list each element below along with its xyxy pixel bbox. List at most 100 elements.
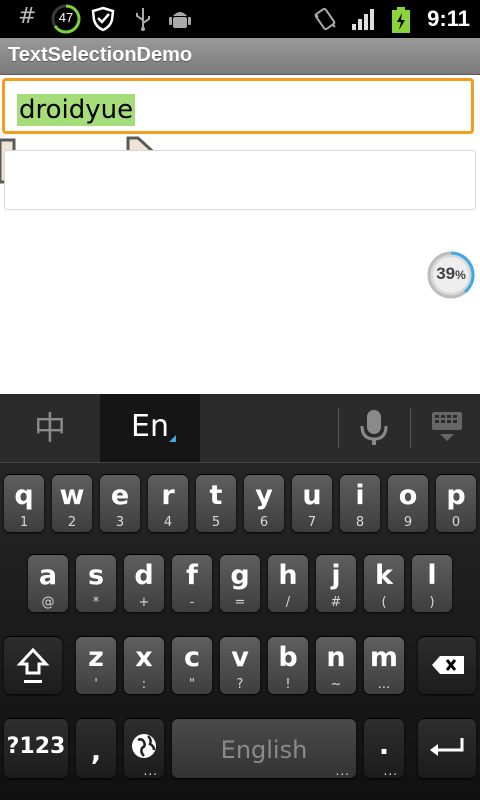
key-y-secondary: 6 bbox=[259, 515, 269, 530]
key-n-secondary: ~ bbox=[330, 677, 342, 692]
divider bbox=[410, 408, 411, 448]
notification-count-ring: 47 bbox=[50, 3, 82, 35]
symbols-key[interactable]: ?123 bbox=[4, 718, 68, 778]
tab-chinese[interactable]: 中 bbox=[0, 394, 100, 462]
key-a-label: a bbox=[38, 560, 58, 591]
tab-english-label: En bbox=[131, 409, 169, 444]
divider bbox=[338, 408, 339, 448]
microphone-icon[interactable] bbox=[352, 406, 396, 450]
key-t[interactable]: t5 bbox=[196, 474, 236, 532]
enter-icon bbox=[430, 738, 464, 756]
delete-key[interactable] bbox=[418, 636, 476, 694]
key-x-secondary: : bbox=[141, 677, 147, 692]
key-b-secondary: ! bbox=[285, 677, 291, 692]
shift-key[interactable] bbox=[4, 636, 62, 694]
key-a[interactable]: a @ bbox=[28, 554, 68, 612]
key-x[interactable]: x: bbox=[124, 636, 164, 694]
key-b[interactable]: b! bbox=[268, 636, 308, 694]
key-p[interactable]: p0 bbox=[436, 474, 476, 532]
key-f[interactable]: f- bbox=[172, 554, 212, 612]
key-c-secondary: " bbox=[189, 677, 195, 692]
key-e-label: e bbox=[110, 480, 130, 511]
key-r-secondary: 4 bbox=[163, 515, 173, 530]
key-p-label: p bbox=[446, 480, 466, 511]
key-e[interactable]: e3 bbox=[100, 474, 140, 532]
key-s-secondary: * bbox=[92, 595, 100, 610]
key-h-secondary: / bbox=[285, 595, 291, 610]
key-g-secondary: = bbox=[234, 595, 246, 610]
key-q[interactable]: q1 bbox=[4, 474, 44, 532]
key-u[interactable]: u7 bbox=[292, 474, 332, 532]
key-n[interactable]: n ~ bbox=[316, 636, 356, 694]
key-b-label: b bbox=[278, 642, 298, 673]
key-m[interactable]: m... bbox=[364, 636, 404, 694]
key-l-secondary: ) bbox=[429, 595, 435, 610]
shield-icon bbox=[90, 6, 116, 32]
key-i[interactable]: i8 bbox=[340, 474, 380, 532]
battery-charging-icon bbox=[390, 6, 416, 33]
key-d-label: d bbox=[134, 560, 154, 591]
soft-keyboard: 中 En q 1 w 2 e 3 r 4 t 5 y 6 u 7 i 8 o 9 p 0 a @ s * d + f - g = h / j # k… bbox=[0, 394, 480, 800]
shift-icon bbox=[16, 647, 50, 683]
key-v-secondary: ? bbox=[236, 677, 244, 692]
key-f-secondary: - bbox=[189, 595, 195, 610]
signal-icon bbox=[350, 6, 376, 32]
key-o-secondary: 9 bbox=[403, 515, 413, 530]
app-title: TextSelectionDemo bbox=[8, 44, 193, 66]
key-d-secondary: + bbox=[138, 595, 150, 610]
comma-key[interactable]: , bbox=[76, 718, 116, 778]
key-o-label: o bbox=[398, 480, 418, 511]
key-r-label: r bbox=[161, 480, 175, 511]
key-s-label: s bbox=[87, 560, 105, 591]
key-j[interactable]: j # bbox=[316, 554, 356, 612]
key-h-label: h bbox=[278, 560, 298, 591]
tab-english[interactable]: En bbox=[100, 394, 200, 462]
space-key-more: ... bbox=[335, 764, 350, 778]
key-n-label: n bbox=[326, 642, 346, 673]
period-key[interactable]: .... bbox=[364, 718, 404, 778]
symbols-key-label: ?123 bbox=[6, 734, 66, 759]
key-k-secondary: ( bbox=[381, 595, 387, 610]
key-y-label: y bbox=[255, 480, 273, 511]
key-c[interactable]: c " bbox=[172, 636, 212, 694]
enter-key[interactable] bbox=[418, 718, 476, 778]
period-key-label: . bbox=[378, 730, 390, 761]
key-t-label: t bbox=[209, 480, 223, 511]
selected-text[interactable]: droidyue bbox=[17, 94, 136, 126]
android-debug-icon bbox=[168, 6, 194, 32]
space-key[interactable]: English... bbox=[172, 718, 356, 778]
key-u-secondary: 7 bbox=[307, 515, 317, 530]
key-i-label: i bbox=[355, 480, 365, 511]
space-label: English bbox=[220, 736, 308, 764]
key-k[interactable]: k( bbox=[364, 554, 404, 612]
hash-icon: # bbox=[18, 4, 37, 29]
key-d[interactable]: d + bbox=[124, 554, 164, 612]
progress-badge[interactable]: 39% bbox=[426, 250, 476, 300]
key-l[interactable]: l) bbox=[412, 554, 452, 612]
progress-label: 39% bbox=[436, 264, 466, 283]
key-w-secondary: 2 bbox=[67, 515, 77, 530]
clock: 9:11 bbox=[427, 6, 470, 31]
key-x-label: x bbox=[135, 642, 153, 673]
hide-keyboard-icon[interactable] bbox=[424, 408, 470, 448]
key-z[interactable]: z ' bbox=[76, 636, 116, 694]
key-u-label: u bbox=[302, 480, 322, 511]
key-m-label: m bbox=[369, 642, 399, 673]
key-w[interactable]: w2 bbox=[52, 474, 92, 532]
key-g[interactable]: g = bbox=[220, 554, 260, 612]
key-s[interactable]: s * bbox=[76, 554, 116, 612]
edit-text-field[interactable]: droidyue bbox=[2, 78, 474, 134]
key-o[interactable]: o9 bbox=[388, 474, 428, 532]
key-h[interactable]: h / bbox=[268, 554, 308, 612]
language-key[interactable]: ... bbox=[124, 718, 164, 778]
key-j-label: j bbox=[331, 560, 341, 591]
key-y[interactable]: y6 bbox=[244, 474, 284, 532]
key-q-label: q bbox=[14, 480, 34, 511]
key-v[interactable]: v? bbox=[220, 636, 260, 694]
key-t-secondary: 5 bbox=[211, 515, 221, 530]
title-bar: TextSelectionDemo bbox=[0, 38, 480, 75]
key-e-secondary: 3 bbox=[115, 515, 125, 530]
edit-text-field-2[interactable] bbox=[4, 150, 476, 210]
key-r[interactable]: r4 bbox=[148, 474, 188, 532]
key-l-label: l bbox=[427, 560, 437, 591]
